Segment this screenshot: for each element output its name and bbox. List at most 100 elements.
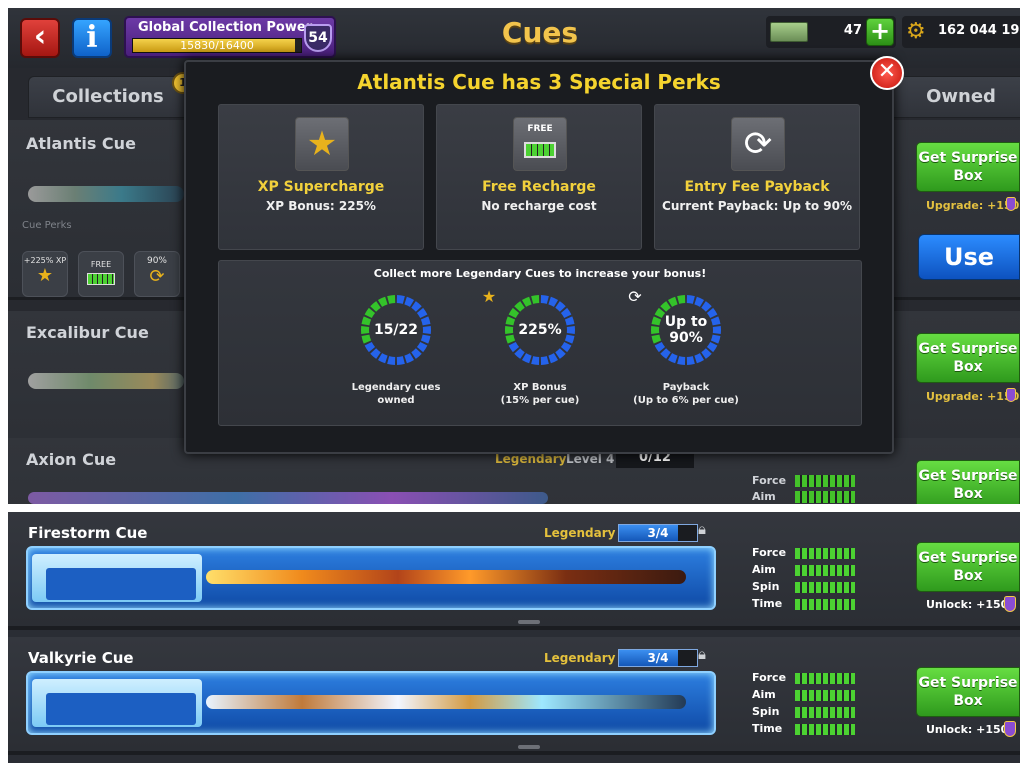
cue-name: Valkyrie Cue xyxy=(28,649,134,667)
tab-collections[interactable]: Collections xyxy=(28,76,188,118)
stat-label: Time xyxy=(752,597,783,610)
stat-bar xyxy=(795,475,855,487)
stat-row: Time xyxy=(752,722,862,739)
payback-perk-chip[interactable]: 90% ⟳ xyxy=(134,251,180,297)
stat-label: Time xyxy=(752,722,783,735)
ring-label-line2: (15% per cue) xyxy=(500,395,580,406)
get-surprise-box-button[interactable]: Get Surprise Box xyxy=(916,460,1020,504)
ring-label-line1: Legendary cues xyxy=(351,382,441,393)
stat-row: Aim xyxy=(752,688,862,705)
cue-name: Axion Cue xyxy=(26,450,117,469)
cue-progress: 3/4 xyxy=(618,649,698,667)
stat-row: Time xyxy=(752,597,862,614)
coin-icon: ⚙ xyxy=(906,19,926,44)
scroll-indicator xyxy=(518,620,540,624)
info-button[interactable]: i xyxy=(72,18,112,58)
unlock-cost: Unlock: +150 xyxy=(926,598,1009,611)
ring-label: Legendary cues owned xyxy=(321,381,471,407)
stat-bar xyxy=(795,582,855,593)
coins-value: 162 044 19 xyxy=(938,23,1020,38)
get-surprise-box-button[interactable]: Get Surprise Box xyxy=(916,542,1020,592)
collection-power-progress: 15830/16400 xyxy=(180,39,254,52)
stat-bar xyxy=(795,724,855,735)
stat-bar xyxy=(795,673,855,684)
stat-bar xyxy=(795,548,855,559)
perk-name: Entry Fee Payback xyxy=(684,179,830,195)
bottom-screenshot-panel: Firestorm Cue Legendary 3/4 🔒︎ Force Aim… xyxy=(8,512,1020,763)
add-cash-button[interactable]: + xyxy=(866,18,894,46)
cue-image xyxy=(28,492,548,504)
cue-name: Excalibur Cue xyxy=(26,323,149,342)
perk-desc: XP Bonus: 225% xyxy=(266,199,376,213)
tab-owned[interactable]: Owned xyxy=(886,76,1020,118)
cue-progress-text: 3/4 xyxy=(647,526,669,540)
cue-perks-label: Cue Perks xyxy=(22,220,72,231)
close-button[interactable]: ✕ xyxy=(870,56,904,90)
cue-progress: 3/4 xyxy=(618,524,698,542)
stat-row: Spin xyxy=(752,580,862,597)
legendary-tag: Legendary xyxy=(495,452,567,466)
cash-icon xyxy=(770,22,808,42)
stat-label: Spin xyxy=(752,705,780,718)
cue-rack-inner xyxy=(46,693,196,725)
ring-value: Up to 90% xyxy=(664,314,708,346)
stat-bar xyxy=(795,707,855,718)
collection-level-badge: 54 xyxy=(304,24,332,52)
ring-label-line2: (Up to 6% per cue) xyxy=(633,395,739,406)
battery-free-text: FREE xyxy=(527,124,553,134)
cue-progress-text: 3/4 xyxy=(647,651,669,665)
cue-rack xyxy=(32,554,202,602)
stat-label: Aim xyxy=(752,688,776,701)
ring-value: 225% xyxy=(518,322,562,338)
modal-title: Atlantis Cue has 3 Special Perks xyxy=(357,70,721,94)
lock-icon: 🔒︎ xyxy=(698,645,706,663)
cue-image xyxy=(206,695,686,709)
coins-counter: ⚙ 162 044 19 xyxy=(902,16,1020,48)
payback-perk-text: 90% xyxy=(146,256,167,266)
info-icon: i xyxy=(86,20,98,55)
get-surprise-box-button[interactable]: Get Surprise Box xyxy=(916,667,1020,717)
get-surprise-box-button[interactable]: Get Surprise Box xyxy=(916,333,1020,383)
stat-row: Aim xyxy=(752,563,862,580)
cue-image xyxy=(28,186,184,202)
back-button[interactable]: ‹ xyxy=(20,18,60,58)
xp-perk-chip[interactable]: +225% XP ★ xyxy=(22,251,68,297)
stat-row: Force xyxy=(752,671,862,688)
unlock-cost: Unlock: +150 xyxy=(926,723,1009,736)
ring-label-line1: Payback xyxy=(662,382,710,393)
get-surprise-box-button[interactable]: Get Surprise Box xyxy=(916,142,1020,192)
perk-name: Free Recharge xyxy=(482,179,596,195)
legendary-tag: Legendary xyxy=(544,526,616,540)
xp-perk-text: +225% XP xyxy=(23,256,67,265)
stat-row: Spin xyxy=(752,705,862,722)
cue-name: Firestorm Cue xyxy=(28,524,148,542)
stat-label: Force xyxy=(752,474,787,487)
stat-row: Force xyxy=(752,546,862,563)
perk-card-recharge: FREE Free Recharge No recharge cost xyxy=(436,104,642,250)
stat-label: Force xyxy=(752,546,787,559)
free-perk-text: FREE xyxy=(90,260,112,269)
perk-desc: Current Payback: Up to 90% xyxy=(662,199,852,213)
bonus-panel: Collect more Legendary Cues to increase … xyxy=(218,260,862,426)
ring-value: 15/22 xyxy=(373,322,419,338)
cash-counter: 47 + xyxy=(766,16,896,48)
stat-bar xyxy=(795,565,855,576)
scroll-indicator xyxy=(518,745,540,749)
stat-bar xyxy=(795,491,855,503)
cue-stats: Force Aim Spin Time xyxy=(752,671,862,739)
perk-name: XP Supercharge xyxy=(257,179,385,195)
battery-icon xyxy=(87,273,115,285)
battery-icon: FREE xyxy=(513,117,567,171)
collection-power-widget[interactable]: Global Collection Power 15830/16400 54 xyxy=(124,16,336,58)
cue-stats: Force Aim Spin Time xyxy=(752,546,862,614)
cue-name: Atlantis Cue xyxy=(26,134,136,153)
stat-bar xyxy=(795,690,855,701)
star-chevron-icon: ★ xyxy=(481,287,497,306)
free-perk-chip[interactable]: FREE xyxy=(78,251,124,297)
gem-icon xyxy=(1006,388,1016,402)
close-icon: ✕ xyxy=(877,59,897,84)
ring-legendary-owned: 15/22 Legendary cues owned xyxy=(321,293,471,413)
use-button[interactable]: Use xyxy=(918,234,1020,280)
cue-row-valkyrie: Valkyrie Cue Legendary 3/4 🔒︎ Force Aim … xyxy=(8,637,1020,755)
stat-label: Aim xyxy=(752,490,776,503)
